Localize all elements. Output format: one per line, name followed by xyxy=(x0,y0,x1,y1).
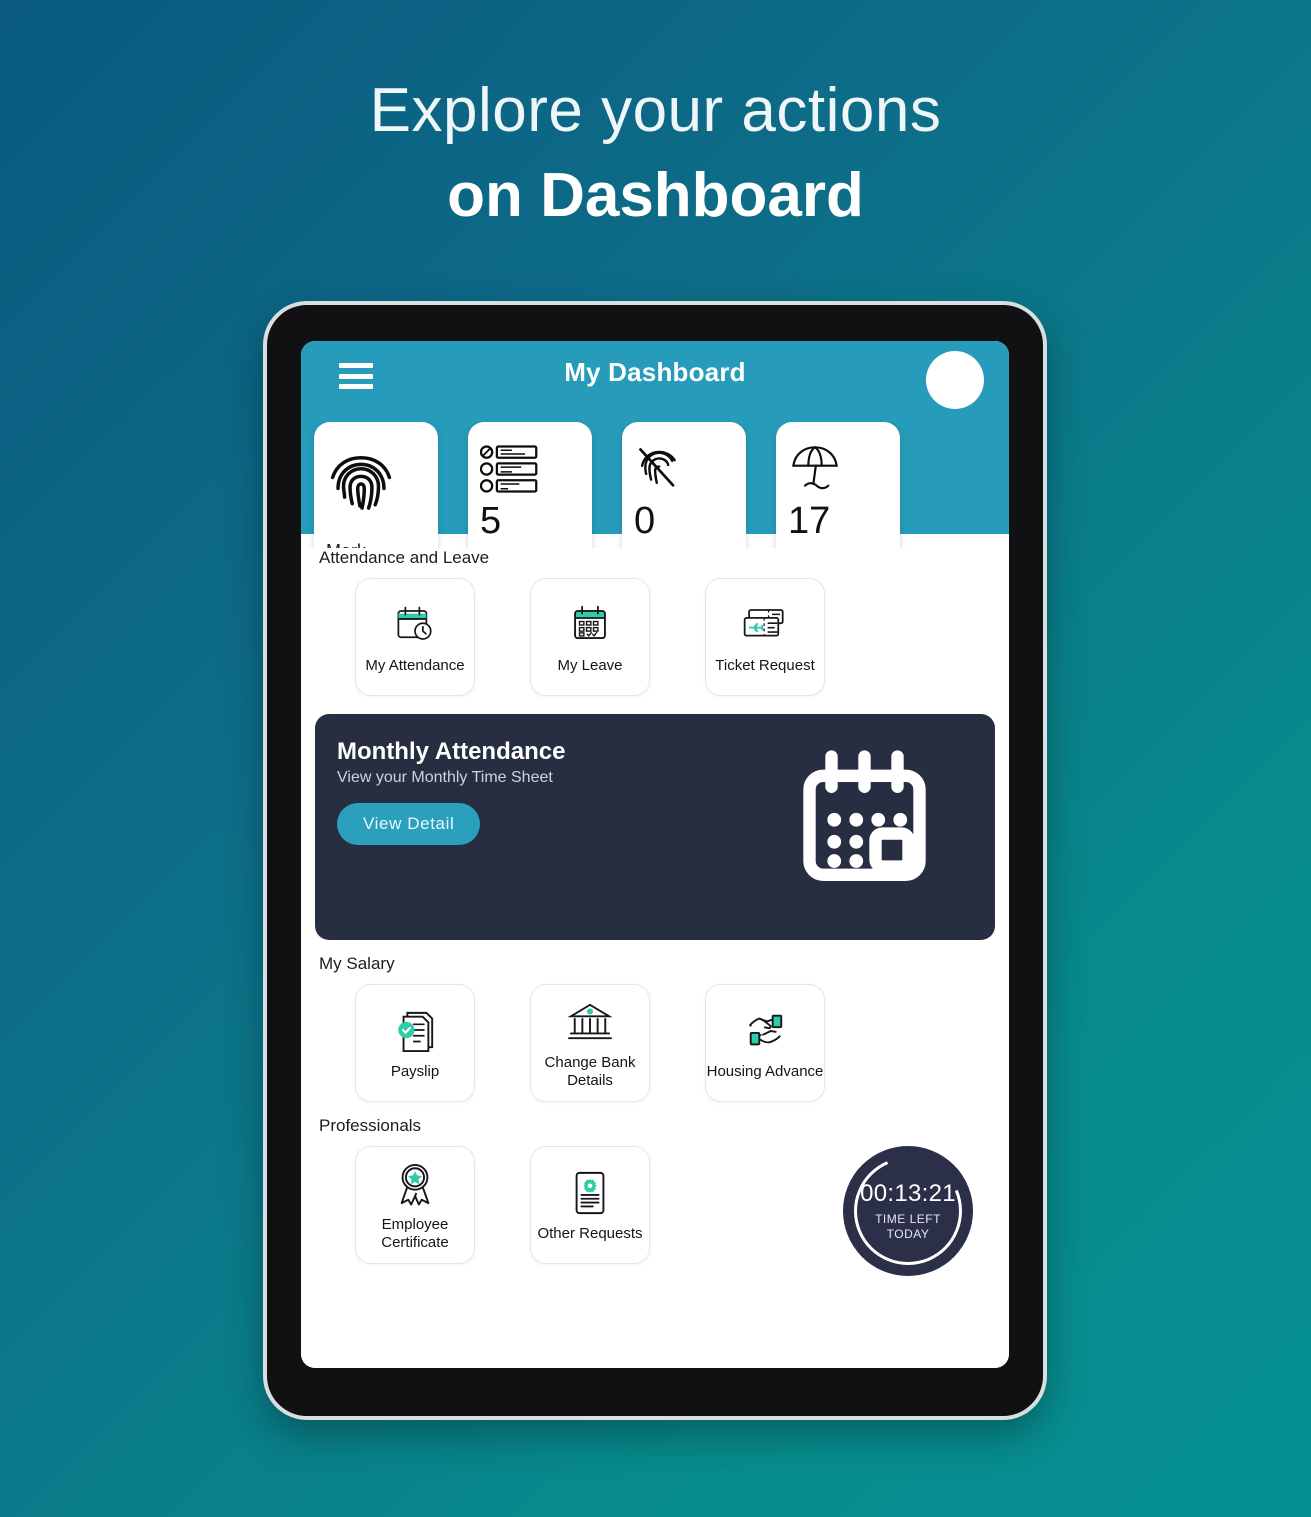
gear-document-icon xyxy=(571,1168,609,1218)
tile-label: Payslip xyxy=(390,1062,440,1080)
tile-label: My Leave xyxy=(557,656,623,674)
calendar-clock-icon xyxy=(394,600,436,650)
tile-label: Other Requests xyxy=(537,1224,643,1242)
app-header: My Dashboard Mark Attendance xyxy=(301,341,1009,612)
tile-other-requests[interactable]: Other Requests xyxy=(530,1146,650,1264)
timer-caption: TIME LEFT TODAY xyxy=(875,1212,941,1242)
section-title-professionals: Professionals xyxy=(319,1116,422,1135)
tile-label: Change Bank Details xyxy=(544,1053,636,1089)
payslip-document-icon xyxy=(394,1006,436,1056)
flight-ticket-icon xyxy=(742,600,788,650)
promo-line-2: on Dashboard xyxy=(447,161,864,231)
stat-card-value: 0 xyxy=(634,500,656,542)
timer-caption-line-2: TODAY xyxy=(886,1227,930,1241)
tile-label: My Attendance xyxy=(365,656,465,674)
bank-building-icon xyxy=(567,997,613,1047)
money-hands-icon xyxy=(742,1006,788,1056)
award-ribbon-icon xyxy=(394,1159,436,1209)
monthly-attendance-banner[interactable]: Monthly Attendance View your Monthly Tim… xyxy=(315,714,995,940)
promo-line-1: Explore your actions xyxy=(369,76,942,145)
tile-payslip[interactable]: Payslip xyxy=(355,984,475,1102)
timer-caption-line-1: TIME LEFT xyxy=(875,1212,941,1226)
fingerprint-icon xyxy=(326,438,426,530)
section-title-attendance-and-leave: Attendance and Leave xyxy=(319,548,490,567)
section-title-my-salary: My Salary xyxy=(319,954,395,973)
tile-housing-advance[interactable]: Housing Advance xyxy=(705,984,825,1102)
beach-umbrella-icon xyxy=(788,438,888,500)
tile-my-leave[interactable]: My Leave xyxy=(530,578,650,696)
fingerprint-slash-icon xyxy=(634,438,734,500)
user-avatar[interactable] xyxy=(926,351,984,409)
stat-card-value: 17 xyxy=(788,500,831,542)
tile-row-my-salary: Payslip Change Bank Details Housing Adva… xyxy=(301,974,1009,1102)
timer-value: 00:13:21 xyxy=(860,1180,956,1207)
tile-my-attendance[interactable]: My Attendance xyxy=(355,578,475,696)
tile-ticket-request[interactable]: Ticket Request xyxy=(705,578,825,696)
tile-change-bank-details[interactable]: Change Bank Details xyxy=(530,984,650,1102)
tile-employee-certificate[interactable]: Employee Certificate xyxy=(355,1146,475,1264)
tile-row-attendance-and-leave: My Attendance My Leave Ticket Request xyxy=(301,568,1009,696)
checklist-icon xyxy=(480,438,580,500)
tile-label: Employee Certificate xyxy=(381,1215,449,1251)
tablet-screen: My Dashboard Mark Attendance xyxy=(301,341,1009,1368)
tile-label: Ticket Request xyxy=(715,656,815,674)
stat-card-value: 5 xyxy=(480,500,502,542)
professionals-row-wrapper: Employee Certificate Other Requests 00:1… xyxy=(301,1136,1009,1276)
view-detail-button[interactable]: View Detail xyxy=(337,803,481,845)
calendar-icon xyxy=(782,748,947,913)
time-left-timer[interactable]: 00:13:21 TIME LEFT TODAY xyxy=(843,1146,973,1276)
page-title: My Dashboard xyxy=(564,357,746,387)
dashboard-body: Attendance and Leave My Attendance My Le… xyxy=(301,548,1009,1368)
tile-label: Housing Advance xyxy=(706,1062,824,1080)
promo-headline: Explore your actions on Dashboard xyxy=(0,78,1311,235)
tablet-device-frame: My Dashboard Mark Attendance xyxy=(263,301,1047,1420)
calendar-check-icon xyxy=(569,600,611,650)
